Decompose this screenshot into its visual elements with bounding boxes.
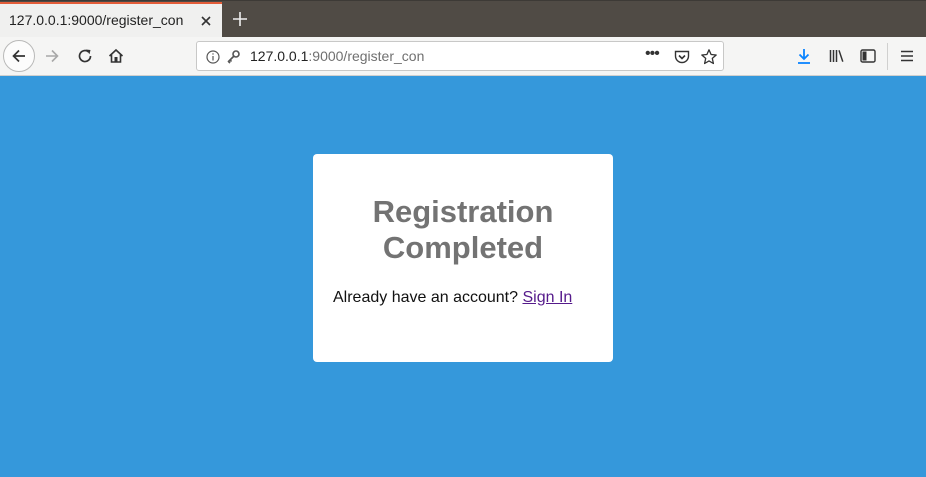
signin-prompt: Already have an account? Sign In [333,289,572,307]
reload-icon [78,49,92,63]
pocket-icon[interactable] [673,48,691,66]
title-line-2: Completed [382,230,544,265]
back-button[interactable] [3,40,35,72]
registration-card: Registration Completed Already have an a… [313,154,613,362]
reload-button[interactable] [75,46,95,66]
signin-link[interactable]: Sign In [522,289,572,306]
hamburger-menu-icon [901,50,913,62]
signin-prompt-text: Already have an account? [333,289,519,306]
page-title: Registration Completed [313,194,613,266]
url-path: :9000/register_con [308,48,425,64]
info-icon[interactable] [205,49,221,65]
tab-strip: 127.0.0.1:9000/register_con [0,0,926,38]
title-line-1: Registration [372,194,554,229]
navigation-bar: 127.0.0.1:9000/register_con ••• [0,37,926,76]
home-icon [108,48,124,63]
sidebar-button[interactable] [859,46,877,66]
download-icon [798,49,810,64]
toolbar-separator [887,43,888,70]
url-host: 127.0.0.1 [250,48,309,64]
forward-arrow-icon [46,49,59,63]
active-tab[interactable]: 127.0.0.1:9000/register_con [0,2,222,38]
library-button[interactable] [828,46,846,66]
key-icon[interactable] [225,49,241,65]
tab-title: 127.0.0.1:9000/register_con [9,12,184,28]
home-button[interactable] [106,46,126,66]
close-tab-icon[interactable] [198,13,214,29]
menu-button[interactable] [898,46,916,66]
url-text[interactable]: 127.0.0.1:9000/register_con [250,48,424,64]
new-tab-icon[interactable] [230,9,250,29]
url-bar[interactable]: 127.0.0.1:9000/register_con ••• [196,41,724,71]
back-arrow-icon [12,49,25,63]
sidebar-icon [860,49,876,63]
downloads-button[interactable] [795,46,813,66]
forward-button[interactable] [42,46,62,66]
bookmark-star-icon[interactable] [700,48,718,66]
page-actions-icon[interactable]: ••• [645,45,660,63]
library-icon [829,50,844,62]
